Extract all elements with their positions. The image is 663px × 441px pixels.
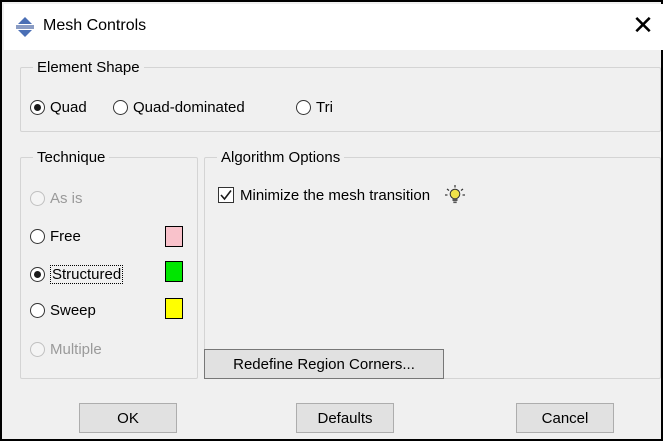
radio-label: Quad [50, 99, 87, 116]
radio-indicator [30, 342, 45, 357]
window-title: Mesh Controls [43, 17, 147, 34]
radio-sweep[interactable]: Sweep [30, 302, 96, 319]
technique-legend: Technique [37, 149, 106, 166]
radio-indicator [113, 100, 128, 115]
radio-label: As is [50, 190, 83, 207]
redefine-region-corners-button[interactable]: Redefine Region Corners... [204, 349, 444, 379]
structured-color-swatch [165, 261, 183, 282]
radio-indicator [296, 100, 311, 115]
radio-indicator [30, 100, 45, 115]
radio-label: Tri [316, 99, 333, 116]
radio-label: Multiple [50, 341, 102, 358]
radio-label: Structured [50, 265, 124, 284]
checkbox-indicator [218, 187, 234, 203]
radio-label: Quad-dominated [133, 99, 245, 116]
radio-multiple[interactable]: Multiple [30, 341, 102, 358]
radio-label: Sweep [50, 302, 96, 319]
ok-button[interactable]: OK [79, 403, 177, 433]
radio-free[interactable]: Free [30, 228, 81, 245]
minimize-transition-label: Minimize the mesh transition [240, 186, 431, 204]
radio-label: Free [50, 228, 81, 245]
lightbulb-icon[interactable] [444, 184, 466, 206]
free-color-swatch [165, 226, 183, 247]
defaults-button[interactable]: Defaults [296, 403, 394, 433]
radio-structured[interactable]: Structured [30, 265, 124, 284]
radio-as-is[interactable]: As is [30, 190, 83, 207]
cancel-button[interactable]: Cancel [516, 403, 614, 433]
app-icon [14, 16, 36, 38]
close-icon[interactable]: ✕ [629, 11, 657, 39]
checkmark-icon [220, 190, 232, 201]
title-bar: Mesh Controls ✕ [4, 4, 663, 50]
radio-indicator [30, 303, 45, 318]
radio-quad-dominated[interactable]: Quad-dominated [113, 99, 245, 116]
minimize-transition-checkbox[interactable]: Minimize the mesh transition [218, 184, 466, 206]
radio-quad[interactable]: Quad [30, 99, 87, 116]
radio-indicator [30, 267, 45, 282]
radio-indicator [30, 191, 45, 206]
element-shape-legend: Element Shape [37, 59, 140, 76]
element-shape-group: Element Shape [20, 59, 661, 132]
algorithm-options-legend: Algorithm Options [221, 149, 341, 166]
radio-indicator [30, 229, 45, 244]
radio-tri[interactable]: Tri [296, 99, 333, 116]
sweep-color-swatch [165, 298, 183, 319]
mesh-controls-dialog: Mesh Controls ✕ Element Shape Quad Quad-… [0, 0, 663, 441]
